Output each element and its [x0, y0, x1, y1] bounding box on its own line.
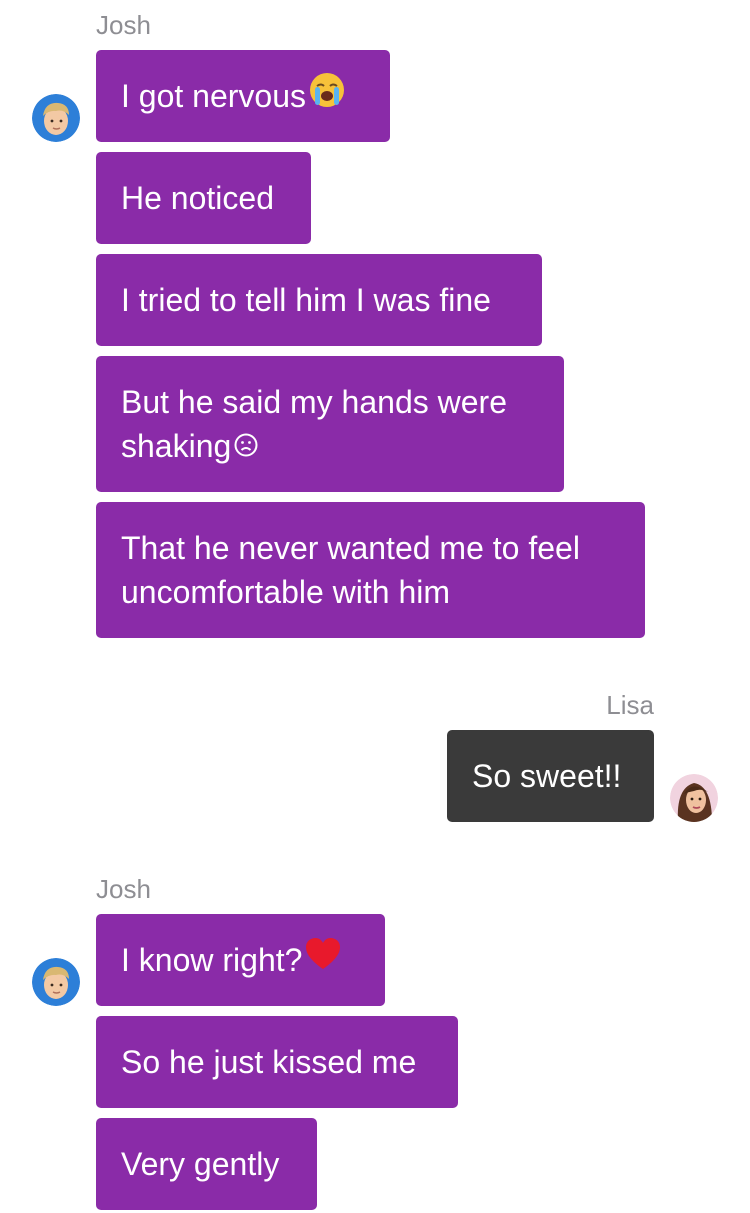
josh-avatar-icon	[32, 958, 80, 1006]
message-text: I tried to tell him I was fine	[121, 282, 491, 318]
message-text: uncomfortable with him	[121, 574, 451, 610]
message-text: shaking	[121, 428, 232, 464]
message-bubble[interactable]: He noticed	[96, 152, 311, 244]
message-text: I got nervous	[121, 78, 306, 114]
message-bubble[interactable]: I know right?	[96, 914, 385, 1006]
red-heart-icon	[304, 935, 342, 984]
message-bubble[interactable]: Very gently	[96, 1118, 317, 1210]
message-bubble[interactable]: So sweet!!	[447, 730, 654, 822]
message-bubble[interactable]: So he just kissed me	[96, 1016, 458, 1108]
josh-avatar-icon	[32, 94, 80, 142]
lisa-avatar-icon	[670, 774, 718, 822]
message-text: He noticed	[121, 180, 274, 216]
message-text: I know right?	[121, 942, 303, 978]
message-text: So sweet!!	[472, 758, 622, 794]
loudly-crying-face-icon	[308, 71, 346, 120]
message-bubble[interactable]: I got nervous	[96, 50, 390, 142]
message-bubble[interactable]: But he said my hands were shaking	[96, 356, 564, 492]
message-bubble[interactable]: I tried to tell him I was fine	[96, 254, 542, 346]
message-bubble[interactable]: That he never wanted me to feel uncomfor…	[96, 502, 645, 638]
sender-name: Josh	[96, 874, 151, 904]
message-text: But he said my hands were	[121, 384, 507, 420]
lisa-avatar[interactable]	[670, 774, 718, 822]
message-text: Very gently	[121, 1146, 280, 1182]
message-text: That he never wanted me to feel	[121, 530, 580, 566]
sender-name: Lisa	[606, 690, 654, 720]
frowning-face-icon	[233, 425, 259, 469]
josh-avatar[interactable]	[32, 94, 80, 142]
sender-name: Josh	[96, 10, 151, 40]
message-text: So he just kissed me	[121, 1044, 417, 1080]
josh-avatar[interactable]	[32, 958, 80, 1006]
